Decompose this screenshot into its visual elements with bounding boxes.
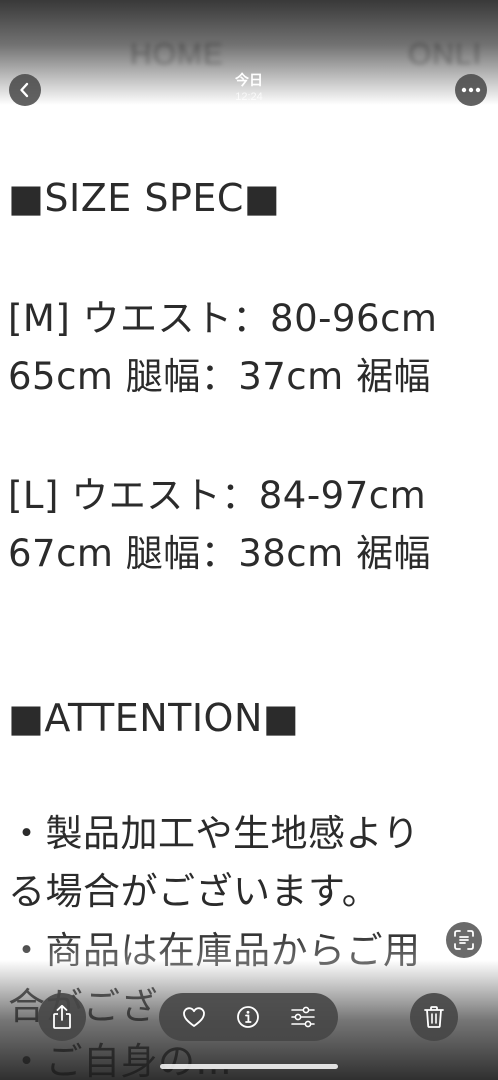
adjust-button[interactable] xyxy=(282,996,324,1038)
photo-title: 今日 12:24 xyxy=(149,72,349,104)
share-button[interactable] xyxy=(38,993,86,1041)
title-time: 12:24 xyxy=(235,91,263,103)
more-options-button[interactable] xyxy=(455,74,487,106)
photo-actions-pill xyxy=(159,993,338,1041)
blurred-nav-online: ONLI xyxy=(408,38,483,71)
live-text-button[interactable] xyxy=(446,922,482,958)
info-icon xyxy=(236,1005,260,1029)
favorite-button[interactable] xyxy=(173,996,215,1038)
attention-line-1: ・製品加工や生地感より xyxy=(8,812,420,855)
attention-line-5: ・ご自身の... xyxy=(8,1040,233,1080)
sliders-icon xyxy=(290,1006,316,1028)
attention-line-3: ・商品は在庫品からご用 xyxy=(8,929,421,972)
blurred-nav-home: HOME xyxy=(130,38,224,71)
size-m-line-2: 65cm 腿幅：37cm 裾幅 xyxy=(8,355,431,398)
attention-line-2: る場合がございます。 xyxy=(8,870,380,913)
home-indicator[interactable] xyxy=(160,1064,338,1069)
share-icon xyxy=(51,1004,73,1030)
trash-icon xyxy=(423,1005,445,1029)
chevron-left-icon xyxy=(18,82,32,98)
title-date: 今日 xyxy=(235,73,263,89)
photo-content[interactable]: HOME ONLI ■SIZE SPEC■ [M] ウエスト：80-96cm 6… xyxy=(0,0,498,1080)
heart-icon xyxy=(182,1006,206,1028)
live-text-icon xyxy=(453,929,475,951)
back-button[interactable] xyxy=(9,74,41,106)
ellipsis-icon xyxy=(461,87,481,93)
size-m-line-1: [M] ウエスト：80-96cm xyxy=(8,297,438,340)
size-l-line-2: 67cm 腿幅：38cm 裾幅 xyxy=(8,532,431,575)
attention-heading: ■ATTENTION■ xyxy=(8,696,300,740)
delete-button[interactable] xyxy=(410,993,458,1041)
size-l-line-1: [L] ウエスト：84-97cm xyxy=(8,474,427,517)
info-button[interactable] xyxy=(227,996,269,1038)
size-spec-heading: ■SIZE SPEC■ xyxy=(8,176,281,220)
